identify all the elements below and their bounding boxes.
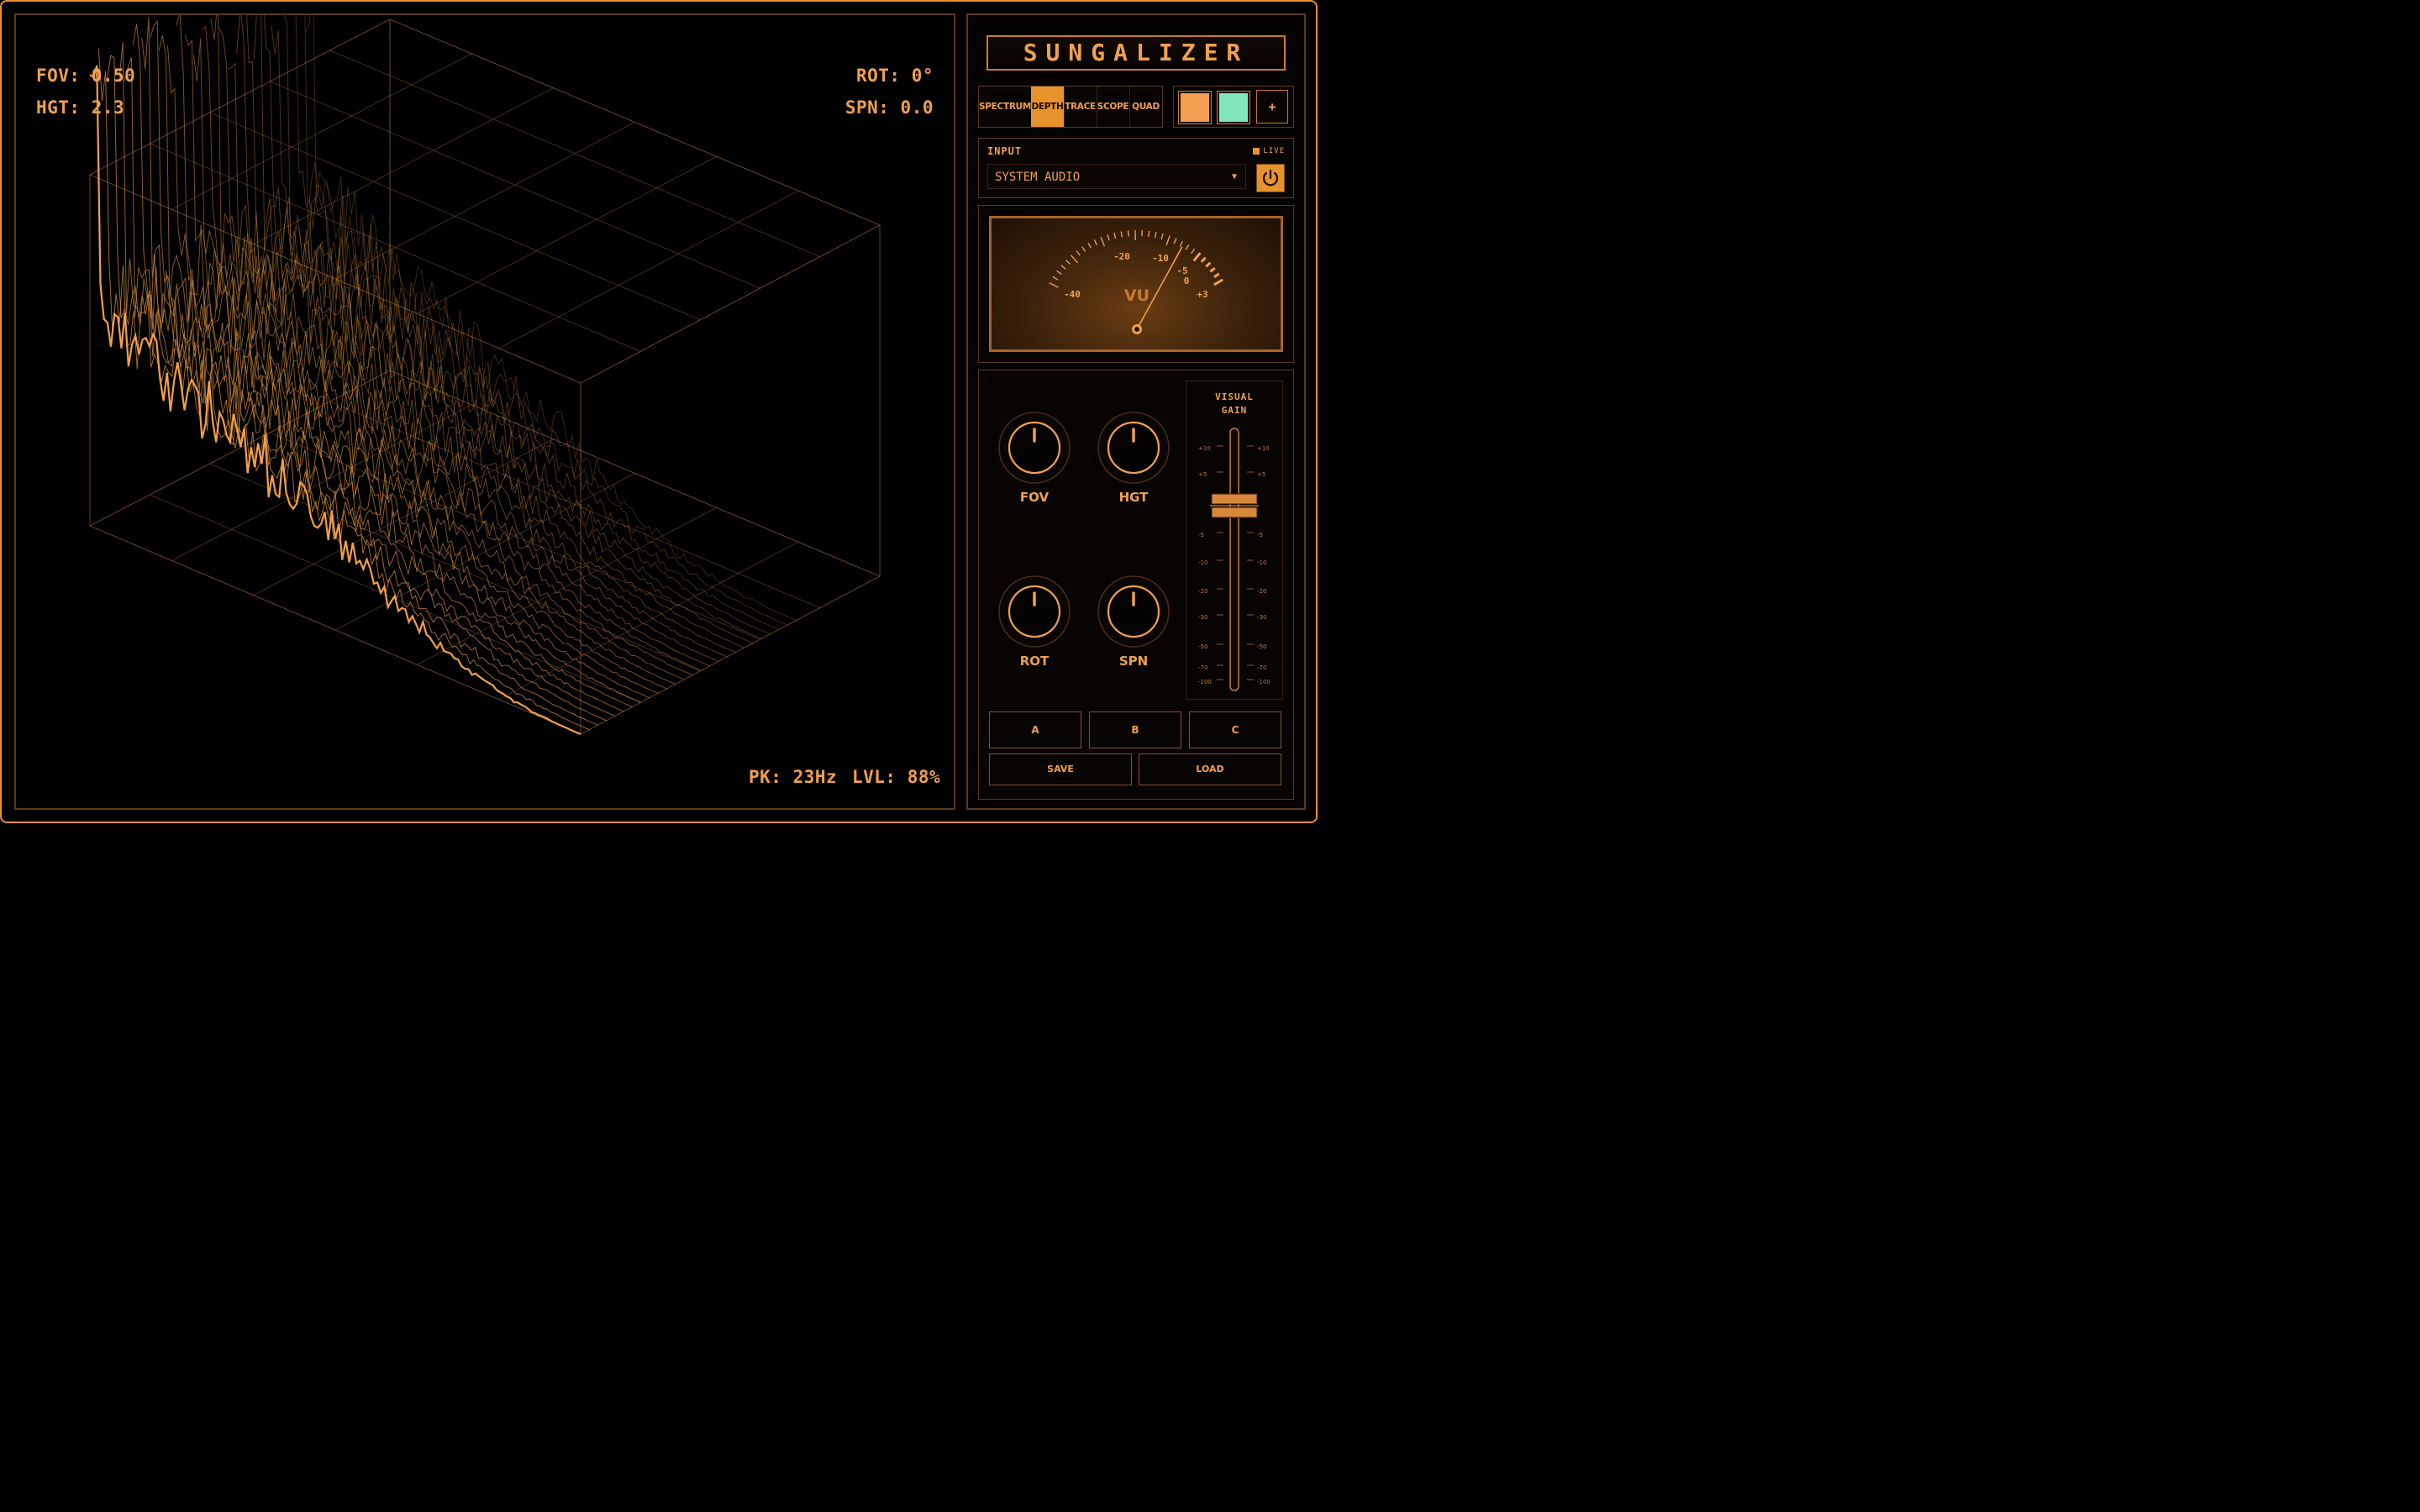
spectrum-trace: [124, 57, 616, 717]
tab-spectrum[interactable]: SPECTRUM: [979, 87, 1032, 127]
knob-label-spn: SPN: [1118, 654, 1149, 669]
save-button[interactable]: SAVE: [989, 753, 1132, 785]
spectrum-trace: [115, 42, 607, 722]
hgt-readout: HGT: 2.3: [36, 97, 125, 118]
mode-tabs: SPECTRUM DEPTH TRACE SCOPE QUAD: [978, 86, 1163, 128]
knob-spn[interactable]: [1097, 575, 1171, 648]
gain-tick-label: -50: [1198, 643, 1207, 650]
chevron-down-icon: ▼: [1231, 172, 1237, 181]
live-label: LIVE: [1263, 147, 1285, 155]
grid-box: [89, 18, 881, 735]
vu-meter-section: -40 -20 -10 -5 0 +3 VU: [978, 205, 1294, 363]
swatch-mint[interactable]: [1217, 91, 1250, 124]
tab-quad[interactable]: QUAD: [1129, 87, 1162, 127]
spectrum-trace: [295, 15, 779, 630]
preset-a-button[interactable]: A: [989, 711, 1081, 748]
vu-label: VU: [1124, 286, 1150, 305]
fader-thumb[interactable]: [1210, 493, 1259, 518]
spectrum-trace: [184, 34, 676, 685]
knob-label-rot: ROT: [1019, 654, 1050, 669]
input-section: INPUT LIVE SYSTEM AUDIO ▼: [978, 138, 1294, 198]
gain-tick-label: -5: [1198, 532, 1204, 538]
gain-tick-label: -5: [1257, 532, 1263, 538]
live-indicator-icon: [1253, 148, 1260, 155]
preset-b-button[interactable]: B: [1089, 711, 1181, 748]
gain-tick-label: -70: [1257, 664, 1266, 671]
control-panel: SUNGALIZER SPECTRUM DEPTH TRACE SCOPE QU…: [966, 13, 1306, 810]
tab-trace[interactable]: TRACE: [1064, 87, 1097, 127]
spectrum-trace: [202, 26, 693, 676]
vu-scale-minus20: -20: [1113, 251, 1130, 262]
swatch-orange[interactable]: [1178, 91, 1212, 124]
gain-tick-label: -100: [1198, 679, 1212, 685]
fov-readout: FOV: 0.50: [36, 66, 136, 86]
app-title: SUNGALIZER: [986, 35, 1286, 71]
knob-rot[interactable]: [997, 575, 1071, 648]
gain-tick-label: +10: [1198, 445, 1211, 452]
knob-label-hgt: HGT: [1118, 490, 1149, 505]
gain-tick-label: -50: [1257, 643, 1266, 650]
add-color-button[interactable]: +: [1256, 90, 1288, 123]
gain-tick-label: -30: [1257, 614, 1266, 621]
spectrum-trace: [158, 34, 650, 699]
spectrum-trace: [228, 62, 719, 662]
power-icon: [1262, 169, 1279, 186]
vu-meter: -40 -20 -10 -5 0 +3 VU: [989, 216, 1283, 352]
gain-tick-label: -100: [1257, 679, 1270, 685]
gain-tick-label: -20: [1198, 588, 1207, 595]
gain-tick-label: -10: [1257, 559, 1266, 566]
vu-scale-plus3: +3: [1197, 289, 1207, 300]
waterfall-plot: [89, 15, 881, 736]
color-swatches: +: [1173, 86, 1294, 128]
level-readout: LVL: 88%: [852, 767, 941, 787]
load-button[interactable]: LOAD: [1139, 753, 1281, 785]
vu-scale-minus10: -10: [1152, 253, 1169, 264]
preset-c-button[interactable]: C: [1189, 711, 1281, 748]
power-button[interactable]: [1256, 164, 1285, 192]
input-source-value: SYSTEM AUDIO: [995, 171, 1081, 184]
spectrum-trace: [89, 65, 581, 736]
vu-scale-minus40: -40: [1064, 289, 1081, 300]
depth-visualizer[interactable]: FOV: 0.50 HGT: 2.3 ROT: 0° SPN: 0.0 PK: …: [14, 13, 955, 810]
gain-tick-label: -70: [1198, 664, 1207, 671]
input-source-select[interactable]: SYSTEM AUDIO ▼: [987, 164, 1246, 189]
tab-scope[interactable]: SCOPE: [1097, 87, 1130, 127]
gain-tick-label: -20: [1257, 588, 1266, 595]
spectrum-traces: [89, 15, 797, 736]
knob-hgt[interactable]: [1097, 411, 1171, 485]
gain-tick-label: +5: [1198, 471, 1207, 478]
gain-tick-label: -10: [1198, 559, 1207, 566]
knob-label-fov: FOV: [1019, 490, 1050, 505]
gain-tick-label: +10: [1257, 445, 1270, 452]
visual-gain-fader-box: VISUAL GAIN +10 +10 +5 +5 -5 -5 -10 -10 -20 -20 -3…: [1186, 381, 1283, 700]
controls-section: FOV HGT ROT SPN VISUAL GAIN +10 +10 +5 +5 -5…: [978, 370, 1294, 800]
knob-fov[interactable]: [997, 411, 1071, 485]
input-label: INPUT: [987, 145, 1023, 157]
gain-tick-label: -30: [1198, 614, 1207, 621]
gain-tick-label: +5: [1257, 471, 1265, 478]
vu-scale-0: 0: [1184, 276, 1190, 286]
tab-depth[interactable]: DEPTH: [1031, 87, 1065, 127]
spn-readout: SPN: 0.0: [844, 97, 934, 118]
peak-readout: PK: 23Hz: [749, 767, 838, 787]
rot-readout: ROT: 0°: [855, 66, 934, 86]
visual-gain-fader[interactable]: +10 +10 +5 +5 -5 -5 -10 -10 -20 -20 -30 -30 -50 -50 -7…: [1186, 381, 1282, 699]
